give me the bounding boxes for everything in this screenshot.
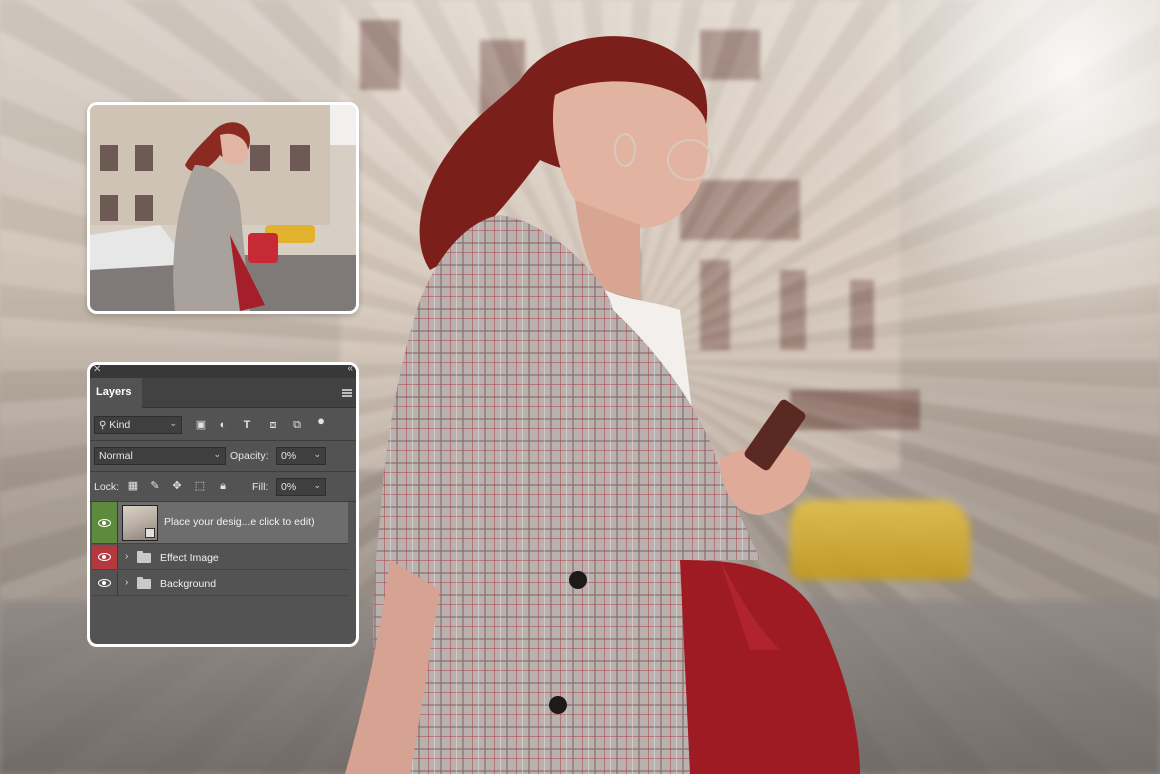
fill-field[interactable]: 0% ⌄ [276, 478, 326, 496]
smart-object-filter-icon[interactable]: ⧉ [290, 418, 304, 432]
preview-thumbnail [87, 102, 359, 314]
smart-object-badge-icon [145, 528, 155, 538]
divider [90, 440, 356, 441]
lock-artboard-icon[interactable]: ⬚ [193, 479, 207, 493]
toggle-filter-icon[interactable]: ● [314, 414, 328, 428]
opacity-field[interactable]: 0% ⌄ [276, 447, 326, 465]
blend-mode-select[interactable]: Normal ⌄ [94, 447, 226, 465]
layer-row-background[interactable]: › Background [92, 571, 348, 596]
panel-tab-row: Layers [90, 378, 356, 408]
lock-transparent-icon[interactable]: ▦ [126, 479, 140, 493]
type-filter-icon[interactable]: T [240, 418, 254, 432]
eye-icon[interactable] [92, 545, 118, 569]
lock-position-icon[interactable]: ✥ [170, 479, 184, 493]
lock-all-icon[interactable]: 🔒︎ [216, 479, 230, 493]
search-icon: ⚲ [99, 420, 107, 431]
layer-thumbnail [122, 505, 158, 541]
collapse-icon[interactable]: « [347, 365, 353, 374]
chevron-down-icon: ⌄ [213, 449, 221, 459]
eye-icon[interactable] [92, 502, 118, 543]
panel-titlebar: ✕ « [90, 365, 356, 378]
image-filter-icon[interactable]: ▣ [194, 418, 208, 432]
lock-row: Lock: ▦ ✎ ✥ ⬚ 🔒︎ Fill: 0% ⌄ [90, 473, 356, 501]
lock-image-icon[interactable]: ✎ [148, 479, 162, 493]
eye-icon[interactable] [92, 571, 118, 595]
adjustment-filter-icon[interactable]: ◐ [216, 418, 230, 432]
folder-icon [137, 577, 151, 589]
chevron-right-icon[interactable]: › [125, 551, 128, 562]
folder-icon [137, 551, 151, 563]
lock-label: Lock: [94, 481, 120, 493]
fill-label: Fill: [252, 481, 269, 493]
chevron-down-icon: ⌄ [169, 418, 177, 428]
filter-kind-select[interactable]: ⚲ Kind ⌄ [94, 416, 182, 434]
blend-mode-value: Normal [99, 450, 133, 462]
filter-row: ⚲ Kind ⌄ ▣ ◐ T ⧈ ⧉ ● [90, 410, 356, 438]
layer-name: Background [160, 578, 217, 590]
layer-row-smart-object[interactable]: Place your desig...e click to edit) [92, 502, 348, 544]
layer-name: Place your desig...e click to edit) [164, 516, 315, 528]
fill-value: 0% [281, 481, 297, 493]
opacity-value: 0% [281, 450, 297, 462]
tab-layers[interactable]: Layers [90, 378, 142, 408]
chevron-right-icon[interactable]: › [125, 577, 128, 588]
chevron-down-icon: ⌄ [313, 449, 321, 459]
chevron-down-icon: ⌄ [313, 480, 321, 490]
filter-kind-label: Kind [109, 419, 131, 431]
preview-photo [90, 105, 356, 311]
layer-row-effect-image[interactable]: › Effect Image [92, 545, 348, 570]
layer-name: Effect Image [160, 552, 219, 564]
panel-menu-icon[interactable] [342, 389, 352, 397]
shape-filter-icon[interactable]: ⧈ [266, 418, 280, 432]
opacity-label: Opacity: [230, 450, 269, 462]
layers-panel: ✕ « Layers ⚲ Kind ⌄ ▣ ◐ T ⧈ ⧉ ● Normal ⌄… [87, 362, 359, 647]
close-icon[interactable]: ✕ [93, 365, 101, 375]
blend-row: Normal ⌄ Opacity: 0% ⌄ [90, 442, 356, 470]
divider [90, 471, 356, 472]
